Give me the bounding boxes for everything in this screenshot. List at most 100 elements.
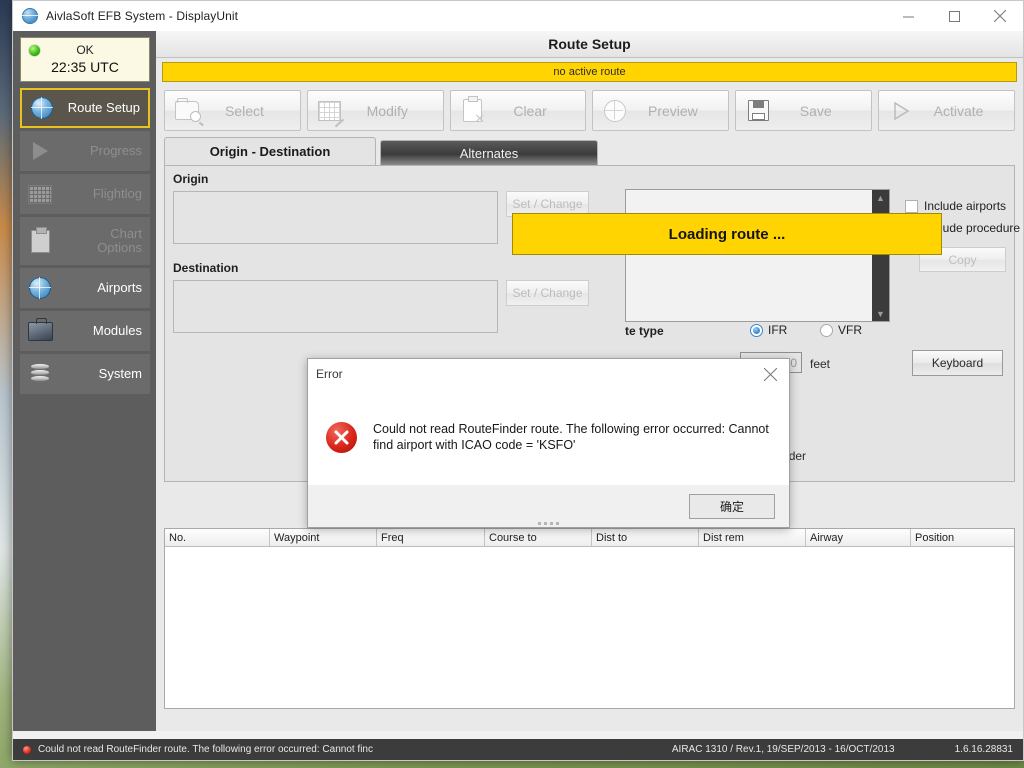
briefcase-icon [20,317,60,341]
error-x-icon [326,421,357,453]
status-bar: Could not read RouteFinder route. The fo… [13,739,1023,760]
close-icon[interactable] [977,1,1023,31]
clipboard-clear-icon: ✕ [451,96,495,125]
modify-button[interactable]: Modify [306,90,444,131]
globe-icon [20,277,60,299]
include-airports-label: Include airports [924,199,1007,213]
column-header-freq[interactable]: Freq [377,529,485,546]
ok-button-label: 确定 [719,499,744,514]
resize-grip-icon[interactable] [537,522,560,526]
sidebar-item-label: Modules [92,323,142,338]
green-led-icon [29,45,40,56]
sidebar-item-label: Airports [97,280,142,295]
route-text-area[interactable]: ▲ ▼ [625,189,890,322]
column-header-waypoint[interactable]: Waypoint [270,529,377,546]
floppy-disk-icon [736,100,780,121]
sidebar-item-airports[interactable]: Airports [20,268,150,308]
preview-button[interactable]: Preview [592,90,730,131]
app-globe-icon [22,8,38,24]
error-dialog-title-bar: Error [308,359,789,389]
sidebar-item-label: Flightlog [92,186,142,201]
column-header-airway[interactable]: Airway [806,529,911,546]
copy-button-label: Copy [948,252,977,267]
scroll-down-icon[interactable]: ▼ [872,306,889,321]
waypoint-table-header: No. Waypoint Freq Course to Dist to Dist… [165,529,1014,547]
status-bar-airac: AIRAC 1310 / Rev.1, 19/SEP/2013 - 16/OCT… [671,744,895,755]
close-icon[interactable] [751,359,789,389]
select-button[interactable]: Select [164,90,301,131]
tab-strip: Origin - Destination Alternates [164,137,1015,165]
sidebar-item-modules[interactable]: Modules [20,311,150,351]
status-state: OK [76,43,94,57]
status-utc-time: 22:35 UTC [51,59,119,75]
status-bar-message: Could not read RouteFinder route. The fo… [38,744,373,755]
toolbar-button-label: Select [224,102,264,119]
table-edit-icon [308,100,352,127]
toolbar-button-label: Save [799,102,832,119]
sidebar-item-route-setup[interactable]: Route Setup [20,88,150,128]
page-header: Route Setup [156,31,1023,58]
column-header-dist-to[interactable]: Dist to [592,529,699,546]
save-button[interactable]: Save [735,90,873,131]
destination-set-change-label: Set / Change [512,286,583,300]
toolbar-button-label: Clear [513,102,547,119]
error-dialog-title: Error [316,367,343,381]
clear-button[interactable]: ✕ Clear [449,90,587,131]
radio-ifr[interactable] [750,323,763,337]
radio-ifr-label: IFR [768,323,788,337]
destination-input[interactable] [173,280,498,333]
application-window: AivlaSoft EFB System - DisplayUnit OK 22… [12,0,1024,761]
loading-route-text: Loading route ... [668,225,786,243]
error-dialog-footer: 确定 [308,485,789,527]
sidebar-item-progress[interactable]: Progress [20,131,150,171]
include-airports-row[interactable]: Include airports [905,199,1020,213]
error-message: Could not read RouteFinder route. The fo… [373,422,769,452]
column-header-course-to[interactable]: Course to [485,529,592,546]
sidebar: OK 22:35 UTC Route Setup Progress Flight… [13,31,156,731]
toolbar-button-label: Activate [933,102,984,119]
toolbar: Select Modify ✕ Clear Preview Save Activ… [156,82,1023,137]
sidebar-item-chart-options[interactable]: Chart Options [20,217,150,265]
database-icon [20,363,60,385]
minimize-icon[interactable] [885,1,931,31]
include-airports-checkbox[interactable] [905,199,918,213]
maximize-icon[interactable] [931,1,977,31]
clipboard-icon [20,226,60,253]
column-header-no[interactable]: No. [165,529,270,546]
sidebar-item-system[interactable]: System [20,354,150,394]
globe-icon [22,97,62,119]
radio-vfr-label: VFR [838,323,862,337]
waypoint-table[interactable]: No. Waypoint Freq Course to Dist to Dist… [164,528,1015,709]
loading-route-banner: Loading route ... [512,213,942,255]
keyboard-button-label: Keyboard [931,356,984,370]
route-type-vfr-option[interactable]: VFR [820,323,862,337]
route-text-scrollbar[interactable]: ▲ ▼ [872,190,889,321]
origin-input[interactable] [173,191,498,244]
window-controls [885,1,1023,31]
column-header-position[interactable]: Position [911,529,1021,546]
sidebar-item-label: Progress [89,143,142,158]
origin-set-change-label: Set / Change [512,197,583,211]
toolbar-button-label: Modify [366,102,408,119]
tab-origin-destination[interactable]: Origin - Destination [164,137,376,165]
route-type-ifr-option[interactable]: IFR [750,323,787,337]
window-title: AivlaSoft EFB System - DisplayUnit [46,9,239,23]
tab-alternates[interactable]: Alternates [380,140,598,165]
scroll-up-icon[interactable]: ▲ [872,190,889,205]
keyboard-button[interactable]: Keyboard [912,350,1003,376]
error-dialog: Error Could not read RouteFinder route. … [307,358,790,528]
tab-label: Alternates [459,145,519,161]
destination-set-change-button[interactable]: Set / Change [506,280,589,306]
sidebar-item-label: Chart Options [97,226,142,255]
tab-label: Origin - Destination [209,144,331,159]
play-triangle-icon [879,101,923,120]
column-header-dist-rem[interactable]: Dist rem [699,529,806,546]
activate-button[interactable]: Activate [878,90,1015,131]
radio-vfr[interactable] [820,323,833,337]
main-content: Route Setup no active route Select Modif… [156,31,1023,731]
ok-button[interactable]: 确定 [689,493,775,519]
sidebar-item-flightlog[interactable]: Flightlog [20,174,150,214]
red-led-icon [23,745,31,754]
globe-search-icon [593,99,637,122]
destination-label: Destination [173,261,239,275]
